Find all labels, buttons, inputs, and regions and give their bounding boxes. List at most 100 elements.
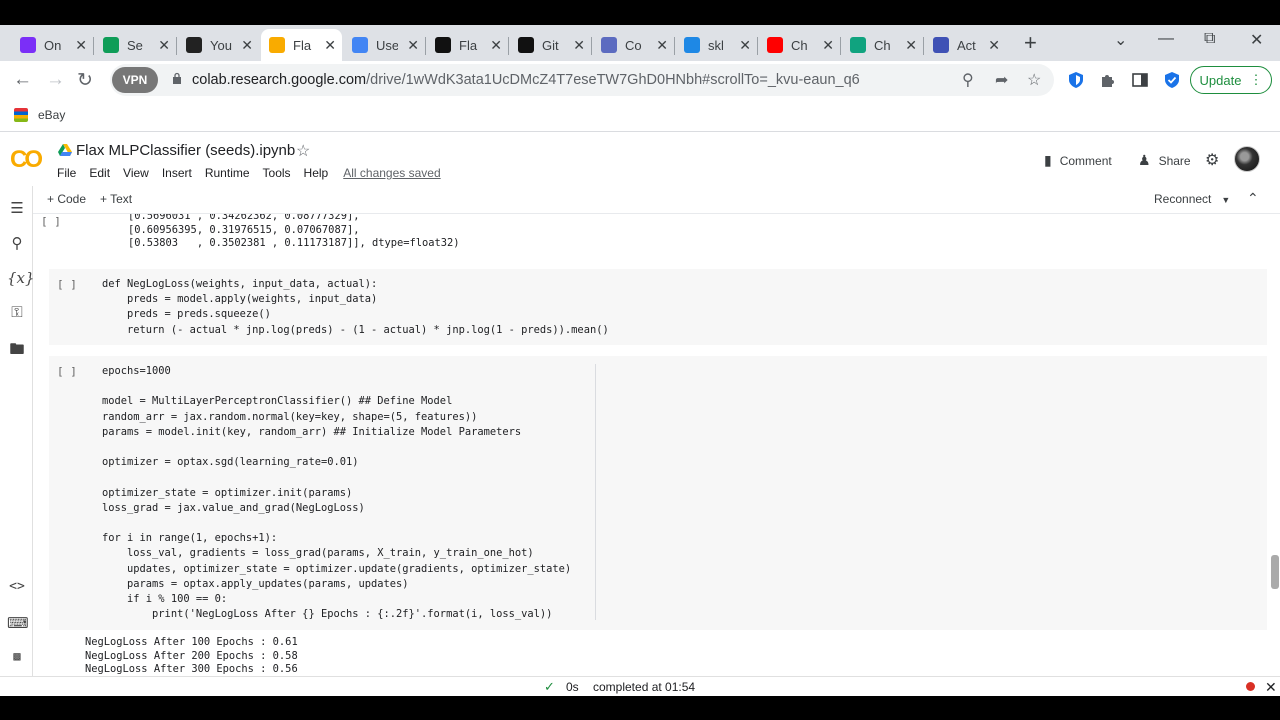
tab-close-icon[interactable]: ✕ — [407, 37, 419, 54]
reload-icon[interactable]: ↻ — [77, 69, 93, 92]
bookmark-ebay[interactable]: eBay — [14, 108, 65, 122]
tab-separator — [93, 37, 94, 55]
add-code-button[interactable]: + Code — [47, 192, 86, 206]
camera-icon — [186, 37, 202, 53]
code-line: loss_val, gradients = loss_grad(params, … — [102, 547, 534, 560]
extensions-puzzle-icon[interactable] — [1099, 71, 1117, 89]
minimize-icon[interactable]: — — [1158, 30, 1174, 48]
code-line: optimizer_state = optimizer.init(params) — [102, 486, 353, 499]
notebook-title[interactable]: Flax MLPClassifier (seeds).ipynb — [76, 142, 295, 159]
tab-8[interactable]: skl ✕ — [676, 29, 757, 61]
tab-close-icon[interactable]: ✕ — [158, 37, 170, 54]
youtube-icon — [767, 37, 783, 53]
tab-close-icon[interactable]: ✕ — [905, 37, 917, 54]
menu-edit[interactable]: Edit — [89, 166, 110, 180]
code-snippets-icon[interactable]: <> — [7, 579, 27, 599]
tab-0[interactable]: On ✕ — [12, 29, 93, 61]
cell-2-code[interactable]: def NegLogLoss(weights, input_data, actu… — [102, 277, 609, 338]
bookmarks-bar: eBay — [0, 99, 1280, 132]
notebook-area: [ ] [0.5696031 , 0.34262362, 0.08777329]… — [33, 214, 1280, 676]
command-palette-icon[interactable]: ⌨ — [7, 614, 29, 634]
menu-runtime[interactable]: Runtime — [205, 166, 250, 180]
cell-3-code[interactable]: epochs=1000 model = MultiLayerPerceptronC… — [102, 364, 571, 622]
code-line: print('NegLogLoss After {} Epochs : {:.2… — [102, 608, 553, 621]
reconnect-label: Reconnect — [1154, 192, 1212, 206]
add-text-button[interactable]: + Text — [100, 192, 132, 206]
share-page-icon[interactable]: ➦ — [995, 70, 1008, 90]
tab-10[interactable]: Ch ✕ — [842, 29, 923, 61]
restore-icon[interactable]: ⧉ — [1204, 30, 1215, 48]
back-icon[interactable]: ← — [13, 69, 32, 91]
tab-close-icon[interactable]: ✕ — [324, 37, 336, 54]
table-of-contents-icon[interactable]: ☰ — [7, 199, 27, 219]
menu-help[interactable]: Help — [304, 166, 329, 180]
forward-icon[interactable]: → — [46, 69, 65, 91]
tab-close-icon[interactable]: ✕ — [241, 37, 253, 54]
code-line: random_arr = jax.random.normal(key=key, … — [102, 410, 478, 423]
tab-6[interactable]: Git ✕ — [510, 29, 591, 61]
verified-shield-icon[interactable] — [1163, 71, 1181, 89]
run-cell-2-button[interactable]: [ ] — [57, 278, 77, 291]
star-icon[interactable]: ☆ — [296, 141, 310, 161]
tab-7[interactable]: Co ✕ — [593, 29, 674, 61]
files-folder-icon[interactable]: 🖿 — [7, 339, 27, 359]
new-tab-button[interactable]: + — [1024, 30, 1037, 56]
tab-4[interactable]: Use ✕ — [344, 29, 425, 61]
run-cell-3-button[interactable]: [ ] — [57, 365, 77, 378]
tab-label: Git — [542, 37, 559, 53]
tab-9[interactable]: Ch ✕ — [759, 29, 840, 61]
url-text: colab.research.google.com/drive/1wWdK3at… — [192, 72, 860, 88]
tab-5[interactable]: Fla ✕ — [427, 29, 508, 61]
tab-2[interactable]: You ✕ — [178, 29, 259, 61]
tab-close-icon[interactable]: ✕ — [656, 37, 668, 54]
update-button[interactable]: Update ⋮ — [1190, 66, 1272, 94]
tab-close-icon[interactable]: ✕ — [822, 37, 834, 54]
share-button[interactable]: ♟ Share — [1138, 152, 1191, 169]
tab-1[interactable]: Se ✕ — [95, 29, 176, 61]
tab-3[interactable]: Fla ✕ — [261, 29, 342, 61]
reconnect-button[interactable]: Reconnect ▼ — [1154, 192, 1230, 206]
tab-close-icon[interactable]: ✕ — [490, 37, 502, 54]
side-panel-icon[interactable] — [1131, 71, 1149, 89]
terminal-icon[interactable]: ▩ — [7, 649, 27, 669]
code-cell-2[interactable]: [ ] def NegLogLoss(weights, input_data, … — [49, 269, 1267, 345]
output-line: NegLogLoss After 200 Epochs : 0.58 — [85, 649, 298, 662]
save-status-link[interactable]: All changes saved — [343, 166, 440, 180]
secrets-key-icon[interactable]: ⚿ — [7, 304, 27, 324]
menu-insert[interactable]: Insert — [162, 166, 192, 180]
tab-close-icon[interactable]: ✕ — [739, 37, 751, 54]
comment-button[interactable]: ▮ Comment — [1044, 152, 1112, 169]
settings-gear-icon[interactable]: ⚙ — [1205, 150, 1219, 170]
avatar[interactable] — [1234, 146, 1260, 172]
menu-view[interactable]: View — [123, 166, 149, 180]
address-bar[interactable]: colab.research.google.com/drive/1wWdK3at… — [110, 64, 1054, 96]
bookmark-star-icon[interactable]: ☆ — [1027, 70, 1041, 90]
code-cell-3[interactable]: [ ] epochs=1000 model = MultiLayerPercept… — [49, 356, 1267, 630]
tab-11[interactable]: Act ✕ — [925, 29, 1006, 61]
colab-logo[interactable]: CO — [10, 146, 43, 174]
close-window-icon[interactable]: ✕ — [1250, 30, 1263, 50]
status-bar: ✓ 0s completed at 01:54 ✕ — [0, 676, 1280, 696]
code-line: optimizer = optax.sgd(learning_rate=0.01… — [102, 456, 359, 469]
run-cell-1-button[interactable]: [ ] — [41, 215, 61, 228]
notebook-scrollbar[interactable] — [1271, 555, 1279, 589]
search-icon[interactable]: ⚲ — [7, 234, 27, 254]
menu-file[interactable]: File — [57, 166, 76, 180]
tab-search-icon[interactable]: ⌄ — [1114, 30, 1127, 50]
close-status-icon[interactable]: ✕ — [1265, 679, 1277, 696]
tab-label: Fla — [293, 37, 312, 53]
tab-close-icon[interactable]: ✕ — [75, 37, 87, 54]
bitwarden-shield-icon[interactable] — [1067, 71, 1085, 89]
tab-close-icon[interactable]: ✕ — [573, 37, 585, 54]
zoom-search-icon[interactable]: ⚲ — [962, 70, 974, 90]
tab-close-icon[interactable]: ✕ — [988, 37, 1000, 54]
code-line: return (- actual * jnp.log(preds) - (1 -… — [102, 323, 609, 336]
tab-separator — [508, 37, 509, 55]
collapse-chevron-icon[interactable]: ⌃ — [1247, 190, 1259, 207]
vpn-badge[interactable]: VPN — [112, 67, 158, 93]
variables-icon[interactable]: {x} — [7, 269, 35, 289]
menu-tools[interactable]: Tools — [263, 166, 291, 180]
completed-status[interactable]: completed at 01:54 — [593, 680, 695, 694]
